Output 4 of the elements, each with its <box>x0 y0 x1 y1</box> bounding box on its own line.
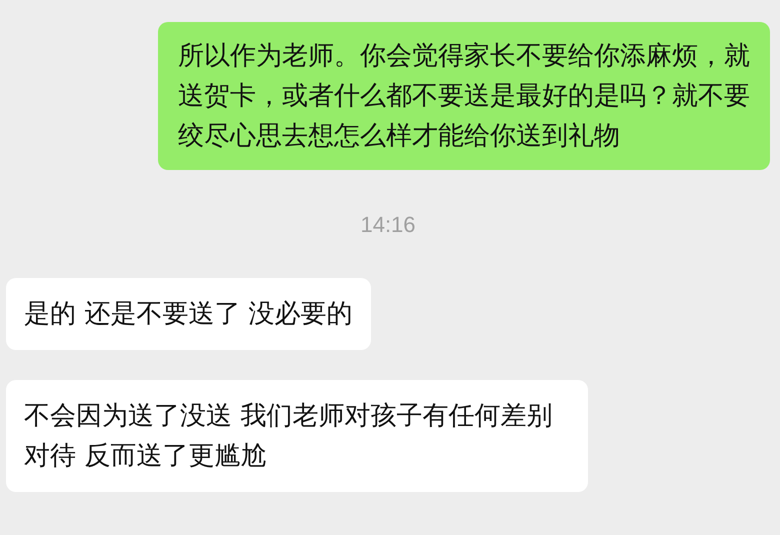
sent-message-bubble: 所以作为老师。你会觉得家长不要给你添麻烦，就送贺卡，或者什么都不要送是最好的是吗？就不要绞尽心思去想怎么样才能给你送到礼物 <box>158 22 770 170</box>
timestamp: 14:16 <box>360 212 416 238</box>
received-message-bubble: 不会因为送了没送 我们老师对孩子有任何差别对待 反而送了更尴尬 <box>6 380 588 492</box>
received-message-bubble: 是的 还是不要送了 没必要的 <box>6 278 371 350</box>
